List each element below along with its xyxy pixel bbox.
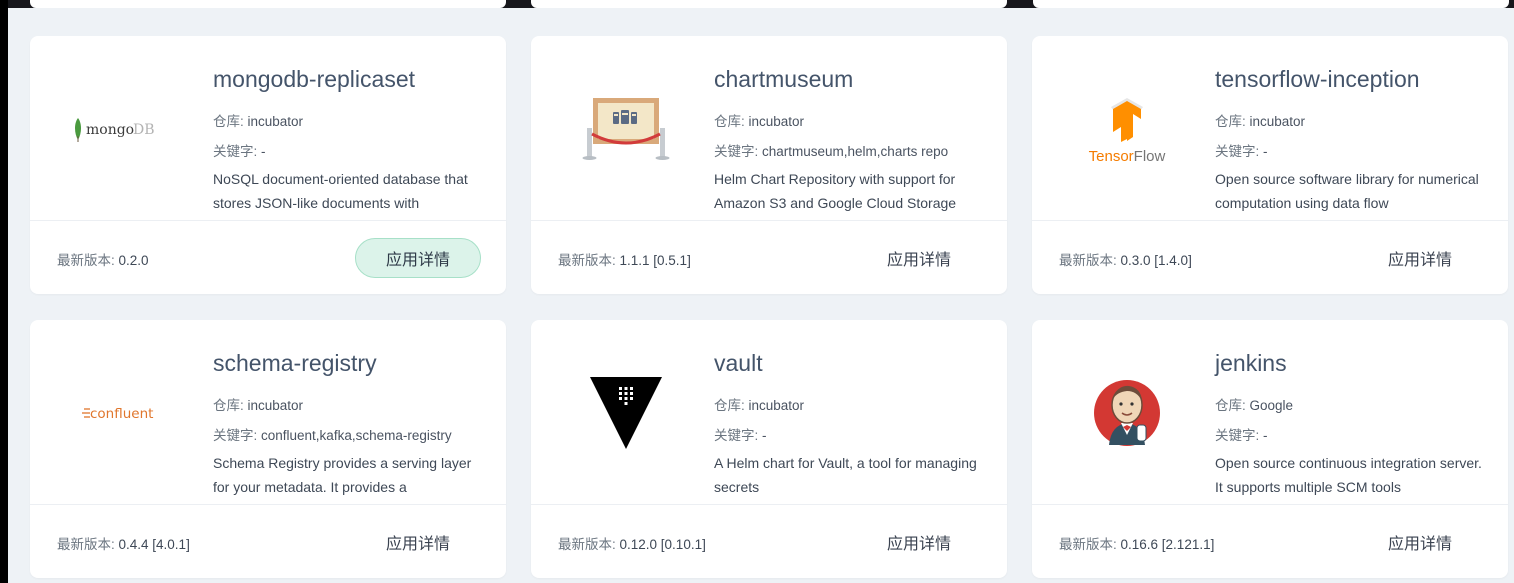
card-divider — [531, 220, 1007, 221]
svg-text:TensorFlow: TensorFlow — [1089, 148, 1166, 165]
app-card-schema-registry[interactable]: confluent schema-registry 仓库: incubator … — [30, 320, 506, 578]
app-description: Open source continuous integration serve… — [1215, 455, 1482, 495]
tensorflow-logo: TensorFlow — [1052, 74, 1202, 184]
repo-value: incubator — [1249, 114, 1306, 129]
app-card-tensorflow-inception[interactable]: TensorFlow tensorflow-inception 仓库: incu… — [1032, 36, 1508, 294]
latest-version: 最新版本: 1.1.1 [0.5.1] — [558, 249, 691, 269]
svg-text:DB: DB — [133, 122, 155, 138]
app-description: Open source software library for numeric… — [1215, 171, 1479, 211]
partial-card-above — [531, 0, 1007, 8]
latest-version: 最新版本: 0.3.0 [1.4.0] — [1059, 249, 1192, 269]
svg-text:mongo: mongo — [86, 122, 134, 138]
app-detail-button[interactable]: 应用详情 — [355, 522, 481, 562]
keywords-info: 关键字: chartmuseum,helm,charts repo — [714, 140, 948, 160]
keywords-label: 关键字: — [714, 144, 763, 159]
repo-label: 仓库: — [714, 114, 749, 129]
keywords-info: 关键字: - — [1215, 424, 1268, 444]
keywords-info: 关键字: confluent,kafka,schema-registry — [213, 424, 452, 444]
card-divider — [531, 504, 1007, 505]
keywords-value: - — [762, 428, 767, 443]
keywords-value: - — [1263, 428, 1268, 443]
app-title[interactable]: tensorflow-inception — [1215, 66, 1420, 93]
latest-version: 最新版本: 0.2.0 — [57, 249, 149, 269]
app-card-mongodb-replicaset[interactable]: mongo DB mongodb-replicaset 仓库: incubato… — [30, 36, 506, 294]
app-description: NoSQL document-oriented database that st… — [213, 171, 468, 211]
version-label: 最新版本: — [1059, 253, 1121, 268]
repo-info: 仓库: incubator — [714, 394, 804, 414]
repo-value: incubator — [748, 398, 805, 413]
app-detail-button[interactable]: 应用详情 — [856, 238, 982, 278]
version-value: 0.16.6 [2.121.1] — [1120, 537, 1215, 552]
app-title[interactable]: schema-registry — [213, 350, 377, 377]
keywords-label: 关键字: — [213, 428, 262, 443]
keywords-label: 关键字: — [213, 144, 262, 159]
repo-info: 仓库: incubator — [714, 110, 804, 130]
repo-label: 仓库: — [1215, 114, 1250, 129]
version-value: 0.2.0 — [118, 253, 149, 268]
version-label: 最新版本: — [558, 537, 620, 552]
repo-value: Google — [1249, 398, 1294, 413]
version-value: 0.12.0 [0.10.1] — [619, 537, 706, 552]
keywords-value: - — [261, 144, 266, 159]
keywords-label: 关键字: — [1215, 428, 1264, 443]
repo-info: 仓库: Google — [1215, 394, 1293, 414]
version-label: 最新版本: — [1059, 537, 1121, 552]
app-detail-button[interactable]: 应用详情 — [1357, 238, 1483, 278]
repo-info: 仓库: incubator — [213, 110, 303, 130]
mongodb-logo: mongo DB — [50, 74, 200, 184]
app-description: A Helm chart for Vault, a tool for manag… — [714, 455, 977, 495]
card-divider — [30, 504, 506, 505]
top-strip — [8, 0, 1514, 8]
keywords-label: 关键字: — [714, 428, 763, 443]
confluent-logo: confluent — [50, 358, 200, 468]
app-card-chartmuseum[interactable]: chartmuseum 仓库: incubator 关键字: chartmuse… — [531, 36, 1007, 294]
app-detail-button[interactable]: 应用详情 — [1357, 522, 1483, 562]
version-value: 0.4.4 [4.0.1] — [118, 537, 190, 552]
card-divider — [30, 220, 506, 221]
app-description: Helm Chart Repository with support for A… — [714, 171, 957, 211]
latest-version: 最新版本: 0.4.4 [4.0.1] — [57, 533, 190, 553]
repo-value: incubator — [247, 114, 304, 129]
latest-version: 最新版本: 0.16.6 [2.121.1] — [1059, 533, 1214, 553]
version-value: 1.1.1 [0.5.1] — [619, 253, 691, 268]
app-title[interactable]: vault — [714, 350, 763, 377]
version-label: 最新版本: — [558, 253, 620, 268]
repo-label: 仓库: — [213, 114, 248, 129]
keywords-value: confluent,kafka,schema-registry — [261, 428, 452, 443]
app-detail-button[interactable]: 应用详情 — [856, 522, 982, 562]
repo-label: 仓库: — [1215, 398, 1250, 413]
repo-value: incubator — [247, 398, 304, 413]
app-title[interactable]: jenkins — [1215, 350, 1287, 377]
svg-text:confluent: confluent — [90, 406, 153, 422]
vault-logo — [551, 358, 701, 468]
partial-card-above — [1033, 0, 1509, 8]
card-divider — [1032, 504, 1508, 505]
version-label: 最新版本: — [57, 253, 119, 268]
app-description: Schema Registry provides a serving layer… — [213, 455, 472, 495]
repo-info: 仓库: incubator — [1215, 110, 1305, 130]
version-label: 最新版本: — [57, 537, 119, 552]
jenkins-logo — [1052, 358, 1202, 468]
keywords-value: chartmuseum,helm,charts repo — [762, 144, 949, 159]
app-card-vault[interactable]: vault 仓库: incubator 关键字: - A Helm chart … — [531, 320, 1007, 578]
app-detail-button[interactable]: 应用详情 — [355, 238, 481, 278]
keywords-value: - — [1263, 144, 1268, 159]
keywords-info: 关键字: - — [213, 140, 266, 160]
keywords-info: 关键字: - — [1215, 140, 1268, 160]
version-value: 0.3.0 [1.4.0] — [1120, 253, 1192, 268]
keywords-label: 关键字: — [1215, 144, 1264, 159]
app-card-jenkins[interactable]: jenkins 仓库: Google 关键字: - Open source co… — [1032, 320, 1508, 578]
latest-version: 最新版本: 0.12.0 [0.10.1] — [558, 533, 706, 553]
chartmuseum-logo — [551, 74, 701, 184]
keywords-info: 关键字: - — [714, 424, 767, 444]
app-title[interactable]: chartmuseum — [714, 66, 853, 93]
repo-label: 仓库: — [714, 398, 749, 413]
card-divider — [1032, 220, 1508, 221]
partial-card-above — [30, 0, 506, 8]
repo-value: incubator — [748, 114, 805, 129]
app-title[interactable]: mongodb-replicaset — [213, 66, 415, 93]
app-catalog-page: mongo DB mongodb-replicaset 仓库: incubato… — [8, 0, 1514, 583]
repo-label: 仓库: — [213, 398, 248, 413]
repo-info: 仓库: incubator — [213, 394, 303, 414]
